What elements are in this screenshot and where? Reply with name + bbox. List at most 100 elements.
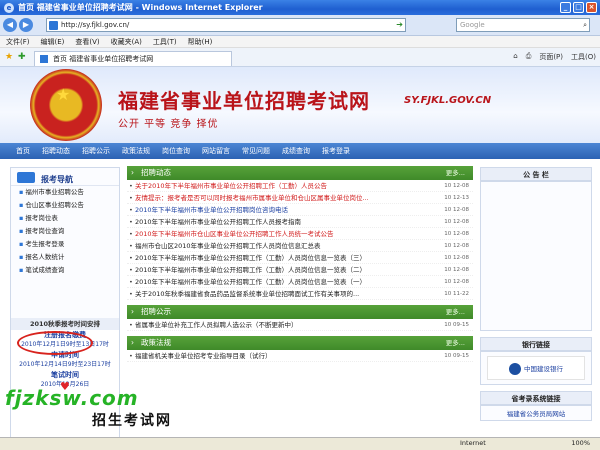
nav-policy[interactable]: 政策法规: [122, 146, 150, 156]
sidebar-item[interactable]: 报名人数统计: [11, 251, 119, 264]
add-favorite-icon[interactable]: ✚: [18, 52, 26, 62]
bank-link-box: 中国建设银行: [480, 351, 592, 385]
ccb-logo-icon: [509, 363, 521, 375]
news-item[interactable]: 2010年下半年福州市事业单位公开招聘工作（工勤）人员岗位信息一览表（三） 10 …: [127, 252, 473, 264]
sidebar-title: 报考导航: [41, 175, 73, 184]
center-content: 招聘动态 更多... 关于2010年下半年福州市事业单位公开招聘工作（工勤）人员…: [127, 166, 473, 437]
news-title[interactable]: 关于2010年下半年福州市事业单位公开招聘工作（工勤）人员公告: [135, 182, 327, 190]
system-link[interactable]: 福建省公务员局网站: [480, 405, 592, 421]
nav-home[interactable]: 首页: [16, 146, 30, 156]
sidebar-item[interactable]: 福州市事业招聘公告: [11, 186, 119, 199]
nav-login[interactable]: 报考登录: [322, 146, 350, 156]
news-item[interactable]: 福建省机关事业单位招考专业指导目录（试行） 10 09-15: [127, 350, 473, 362]
back-button[interactable]: ◀: [3, 18, 17, 32]
menu-file[interactable]: 文件(F): [6, 37, 30, 47]
watermark-url: fjzksw.com: [5, 386, 139, 410]
news-item[interactable]: 省属事业单位补充工作人员拟聘人选公示（不断更新中） 10 09-15: [127, 319, 473, 331]
print-icon[interactable]: ⎙: [526, 52, 532, 62]
minimize-button[interactable]: _: [560, 2, 571, 13]
news-date: 10 12-08: [444, 231, 469, 237]
nav-job-search[interactable]: 岗位查询: [162, 146, 190, 156]
more-link[interactable]: 更多...: [446, 166, 465, 180]
forward-button[interactable]: ▶: [19, 18, 33, 32]
news-date: 10 12-08: [444, 219, 469, 225]
sidebar-item[interactable]: 报考岗位查询: [11, 225, 119, 238]
news-title[interactable]: 省属事业单位补充工作人员拟聘人选公示（不断更新中）: [135, 321, 298, 329]
news-item[interactable]: 2010年下半年福州市事业单位公开招聘工作人员报考指南 10 12-08: [127, 216, 473, 228]
menu-view[interactable]: 查看(V): [75, 37, 99, 47]
window-title-bar: e 首页 福建省事业单位招聘考试网 - Windows Internet Exp…: [0, 0, 600, 15]
favorites-star-icon[interactable]: ★: [5, 52, 13, 62]
search-input[interactable]: Google ⌕: [456, 18, 590, 32]
news-title[interactable]: 2010年下半年福州市事业单位公开招聘工作人员报考指南: [135, 218, 301, 226]
policy-list: 福建省机关事业单位招考专业指导目录（试行） 10 09-15: [127, 350, 473, 362]
site-name: 福建省事业单位招聘考试网: [118, 89, 370, 113]
news-item[interactable]: 2010年下半年福州市事业单位公开招聘工作（工勤）人员岗位信息一览表（一） 10 …: [127, 276, 473, 288]
site-url: SY.FJKL.GOV.CN: [404, 95, 492, 106]
zoom-level[interactable]: 100%: [571, 439, 590, 447]
news-title[interactable]: 2010年下半年福州市仓山区事业单位公开招聘工作人员统一考试公告: [135, 230, 334, 238]
tab-bar: ★ ✚ 首页 福建省事业单位招聘考试网 ⌂ ⎙ 页面(P) 工具(O): [0, 48, 600, 67]
page-menu[interactable]: 页面(P): [539, 52, 563, 62]
news-title[interactable]: 2010年下半年福州市事业单位公开招聘工作（工勤）人员岗位信息一览表（三）: [135, 254, 366, 262]
news-date: 10 12-08: [444, 207, 469, 213]
news-title[interactable]: 2010年下半年福州市事业单位公开招聘岗位咨询电话: [135, 206, 288, 214]
bank-link-title: 银行链接: [480, 337, 592, 351]
nav-recruit-notice[interactable]: 招聘公示: [82, 146, 110, 156]
news-item[interactable]: 关于2010年秋季福建省食品药品监督系统事业单位招聘面试工作有关事项的... 10…: [127, 288, 473, 300]
nav-messages[interactable]: 网站留言: [202, 146, 230, 156]
news-item[interactable]: 关于2010年下半年福州市事业单位公开招聘工作（工勤）人员公告 10 12-08: [127, 180, 473, 192]
status-bar: Internet 100%: [0, 437, 600, 450]
close-button[interactable]: ×: [586, 2, 597, 13]
red-circle-annotation: [17, 331, 93, 355]
menu-tools[interactable]: 工具(T): [153, 37, 177, 47]
sidebar-heading: 报考导航: [11, 168, 119, 186]
sidebar-list: 福州市事业招聘公告 仓山区事业招聘公告 报考岗位表 报考岗位查询 考生报考登录 …: [11, 186, 119, 277]
tab-favicon-icon: [40, 55, 48, 63]
watermark-text: 招生考试网: [92, 413, 172, 429]
tools-menu[interactable]: 工具(O): [571, 52, 596, 62]
news-item[interactable]: 友情提示：报考者是否可以同时报考福州市属事业单位和仓山区属事业单位岗位... 10…: [127, 192, 473, 204]
bank-link[interactable]: 中国建设银行: [487, 356, 585, 380]
sidebar-item[interactable]: 仓山区事业招聘公告: [11, 199, 119, 212]
nav-faq[interactable]: 常见问题: [242, 146, 270, 156]
news-item[interactable]: 福州市仓山区2010年事业单位公开招聘工作人员岗位信息汇总表 10 12-08: [127, 240, 473, 252]
news-date: 10 11-22: [444, 291, 469, 297]
nav-recruit-news[interactable]: 招聘动态: [42, 146, 70, 156]
sidebar-item[interactable]: 报考岗位表: [11, 212, 119, 225]
more-link[interactable]: 更多...: [446, 336, 465, 350]
menu-help[interactable]: 帮助(H): [188, 37, 213, 47]
news-title[interactable]: 关于2010年秋季福建省食品药品监督系统事业单位招聘面试工作有关事项的...: [135, 290, 359, 298]
news-date: 10 12-08: [444, 255, 469, 261]
security-zone: Internet: [460, 439, 486, 447]
home-icon[interactable]: ⌂: [513, 52, 517, 62]
search-icon[interactable]: ⌕: [583, 19, 587, 31]
news-title[interactable]: 2010年下半年福州市事业单位公开招聘工作（工勤）人员岗位信息一览表（二）: [135, 266, 366, 274]
news-title[interactable]: 福建省机关事业单位招考专业指导目录（试行）: [135, 352, 272, 360]
news-item[interactable]: 2010年下半年福州市仓山区事业单位公开招聘工作人员统一考试公告 10 12-08: [127, 228, 473, 240]
go-icon[interactable]: ➔: [396, 19, 403, 31]
section-header-news: 招聘动态 更多...: [127, 166, 473, 180]
notice-list: 省属事业单位补充工作人员拟聘人选公示（不断更新中） 10 09-15: [127, 319, 473, 331]
news-title[interactable]: 友情提示：报考者是否可以同时报考福州市属事业单位和仓山区属事业单位岗位...: [135, 194, 369, 202]
tab-active[interactable]: 首页 福建省事业单位招聘考试网: [34, 51, 232, 66]
more-link[interactable]: 更多...: [446, 305, 465, 319]
address-url: http://sy.fjkl.gov.cn/: [61, 21, 130, 29]
sidebar-item[interactable]: 笔试成绩查询: [11, 264, 119, 277]
menu-edit[interactable]: 编辑(E): [41, 37, 65, 47]
news-item[interactable]: 2010年下半年福州市事业单位公开招聘岗位咨询电话 10 12-08: [127, 204, 473, 216]
nav-scores[interactable]: 成绩查询: [282, 146, 310, 156]
schedule-line: 2010年12月14日9时至23日17时: [19, 361, 111, 368]
maximize-button[interactable]: □: [573, 2, 584, 13]
sidebar-item[interactable]: 考生报考登录: [11, 238, 119, 251]
news-item[interactable]: 2010年下半年福州市事业单位公开招聘工作（工勤）人员岗位信息一览表（二） 10 …: [127, 264, 473, 276]
news-date: 10 12-08: [444, 183, 469, 189]
news-date: 10 09-15: [444, 322, 469, 328]
exam-schedule-title: 2010秋季报考时间安排: [11, 318, 119, 330]
menu-favorites[interactable]: 收藏夹(A): [111, 37, 142, 47]
news-title[interactable]: 2010年下半年福州市事业单位公开招聘工作（工勤）人员岗位信息一览表（一）: [135, 278, 366, 286]
search-placeholder: Google: [460, 21, 485, 29]
address-field[interactable]: http://sy.fjkl.gov.cn/ ➔: [46, 18, 406, 32]
schedule-line[interactable]: 笔试时间: [11, 370, 119, 380]
news-title[interactable]: 福州市仓山区2010年事业单位公开招聘工作人员岗位信息汇总表: [135, 242, 321, 250]
